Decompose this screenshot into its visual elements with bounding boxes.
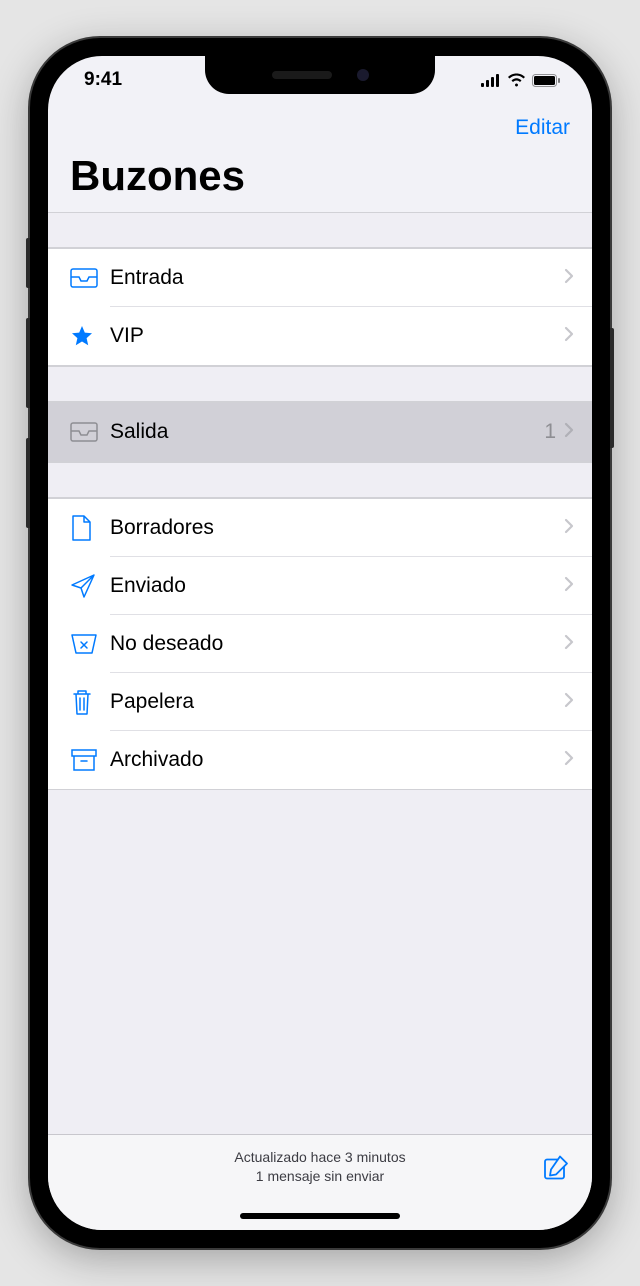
document-icon (70, 514, 110, 542)
section-spacer (48, 366, 592, 402)
edit-button[interactable]: Editar (515, 116, 570, 140)
junk-icon (70, 633, 110, 655)
speaker-grille (272, 71, 332, 79)
mailbox-label: Enviado (110, 574, 564, 598)
chevron-right-icon (564, 576, 574, 597)
chevron-right-icon (564, 750, 574, 771)
home-indicator[interactable] (240, 1213, 400, 1219)
mailbox-sent[interactable]: Enviado (48, 557, 592, 615)
mailbox-outbox[interactable]: Salida 1 (48, 403, 592, 461)
archive-icon (70, 748, 110, 772)
chevron-right-icon (564, 692, 574, 713)
section-spacer (48, 462, 592, 498)
unsent-text: 1 mensaje sin enviar (234, 1167, 405, 1186)
mailbox-archive[interactable]: Archivado (48, 731, 592, 789)
home-indicator-area (48, 1202, 592, 1230)
status-text: Actualizado hace 3 minutos 1 mensaje sin… (234, 1148, 405, 1186)
mailbox-drafts[interactable]: Borradores (48, 499, 592, 557)
list-group-account: Borradores Enviado (48, 498, 592, 790)
updated-text: Actualizado hace 3 minutos (234, 1148, 405, 1167)
list-group-primary: Entrada VIP (48, 248, 592, 366)
nav-bar: Editar (48, 104, 592, 148)
mailbox-trash[interactable]: Papelera (48, 673, 592, 731)
toolbar: Actualizado hace 3 minutos 1 mensaje sin… (48, 1134, 592, 1202)
mailbox-label: Entrada (110, 266, 564, 290)
list-group-outbox: Salida 1 (48, 402, 592, 462)
mailbox-vip[interactable]: VIP (48, 307, 592, 365)
section-spacer (48, 212, 592, 248)
mailbox-label: VIP (110, 324, 564, 348)
mailbox-label: No deseado (110, 632, 564, 656)
wifi-icon (507, 73, 526, 87)
chevron-right-icon (564, 268, 574, 289)
cellular-signal-icon (481, 74, 501, 87)
mailbox-list[interactable]: Entrada VIP (48, 212, 592, 1134)
chevron-right-icon (564, 518, 574, 539)
inbox-tray-icon (70, 268, 110, 288)
device-frame: 9:41 Editar Buzones (30, 38, 610, 1248)
empty-space (48, 790, 592, 920)
chevron-right-icon (564, 326, 574, 347)
outbox-tray-icon (70, 422, 110, 442)
compose-button[interactable] (542, 1153, 570, 1184)
mailbox-label: Archivado (110, 748, 564, 772)
chevron-right-icon (564, 634, 574, 655)
side-button (610, 328, 614, 448)
notch (205, 56, 435, 94)
battery-icon (532, 74, 560, 87)
mailbox-label: Borradores (110, 516, 564, 540)
screen: 9:41 Editar Buzones (48, 56, 592, 1230)
front-camera (357, 69, 369, 81)
compose-icon (542, 1153, 570, 1181)
paperplane-icon (70, 573, 110, 599)
star-icon (70, 324, 110, 348)
mailbox-count: 1 (544, 420, 556, 444)
chevron-right-icon (564, 422, 574, 443)
mailbox-junk[interactable]: No deseado (48, 615, 592, 673)
mailbox-label: Salida (110, 420, 544, 444)
mailbox-inbox[interactable]: Entrada (48, 249, 592, 307)
mailbox-label: Papelera (110, 690, 564, 714)
page-title: Buzones (48, 148, 592, 212)
trash-icon (70, 688, 110, 716)
volume-down-button (26, 438, 30, 528)
